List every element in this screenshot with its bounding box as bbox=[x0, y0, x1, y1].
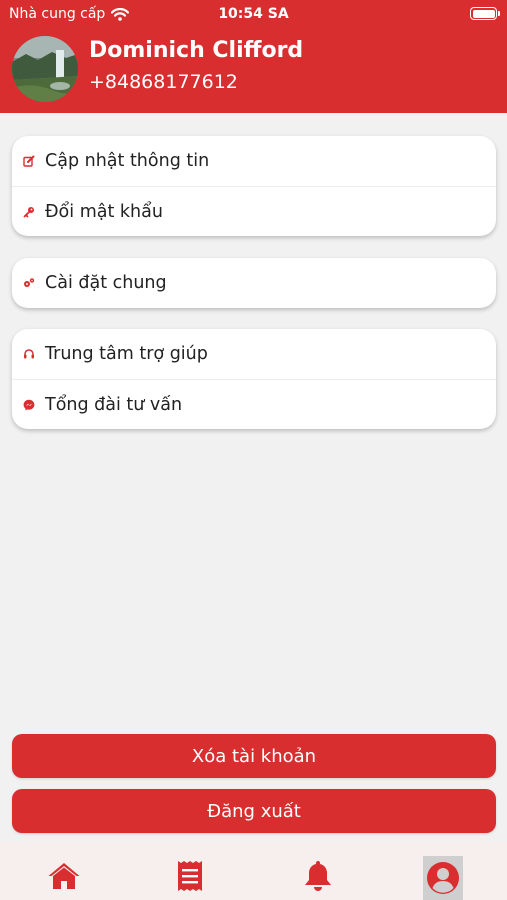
user-phone: +84868177612 bbox=[89, 71, 238, 93]
key-icon bbox=[22, 205, 36, 219]
support-card: Trung tâm trợ giúp Tổng đài tư vấn bbox=[12, 329, 496, 429]
messenger-icon bbox=[22, 398, 36, 412]
menu-item-help-center[interactable]: Trung tâm trợ giúp bbox=[12, 329, 496, 379]
menu-item-label: Tổng đài tư vấn bbox=[45, 394, 183, 415]
receipt-icon bbox=[178, 861, 202, 891]
battery-icon bbox=[470, 7, 500, 20]
logout-button[interactable]: Đăng xuất bbox=[12, 789, 496, 833]
menu-item-label: Trung tâm trợ giúp bbox=[45, 344, 208, 364]
home-icon bbox=[48, 863, 80, 889]
status-bar: Nhà cung cấp 10:54 SA bbox=[0, 0, 507, 28]
menu-item-label: Đổi mật khẩu bbox=[45, 201, 163, 222]
tab-notifications[interactable] bbox=[298, 856, 338, 896]
settings-card: Cài đặt chung bbox=[12, 258, 496, 308]
tab-home[interactable] bbox=[44, 856, 84, 896]
menu-item-hotline[interactable]: Tổng đài tư vấn bbox=[12, 379, 496, 429]
menu-item-label: Cài đặt chung bbox=[45, 273, 167, 293]
user-circle-icon bbox=[427, 862, 459, 894]
menu-item-change-password[interactable]: Đổi mật khẩu bbox=[12, 186, 496, 236]
edit-icon bbox=[22, 154, 36, 168]
menu-item-label: Cập nhật thông tin bbox=[45, 151, 210, 171]
user-name: Dominich Clifford bbox=[89, 38, 304, 63]
menu-item-general-settings[interactable]: Cài đặt chung bbox=[12, 258, 496, 308]
headset-icon bbox=[22, 347, 36, 361]
delete-account-button[interactable]: Xóa tài khoản bbox=[12, 734, 496, 778]
bottom-tab-bar bbox=[0, 842, 507, 900]
avatar[interactable] bbox=[12, 36, 78, 102]
tab-profile[interactable] bbox=[423, 856, 463, 900]
profile-header: Nhà cung cấp 10:54 SA Dominich Clifford … bbox=[0, 0, 507, 113]
bell-icon bbox=[305, 861, 331, 891]
menu-item-update-info[interactable]: Cập nhật thông tin bbox=[12, 136, 496, 186]
tab-orders[interactable] bbox=[170, 856, 210, 896]
clock: 10:54 SA bbox=[218, 6, 289, 22]
gears-icon bbox=[22, 276, 36, 290]
account-card: Cập nhật thông tin Đổi mật khẩu bbox=[12, 136, 496, 236]
